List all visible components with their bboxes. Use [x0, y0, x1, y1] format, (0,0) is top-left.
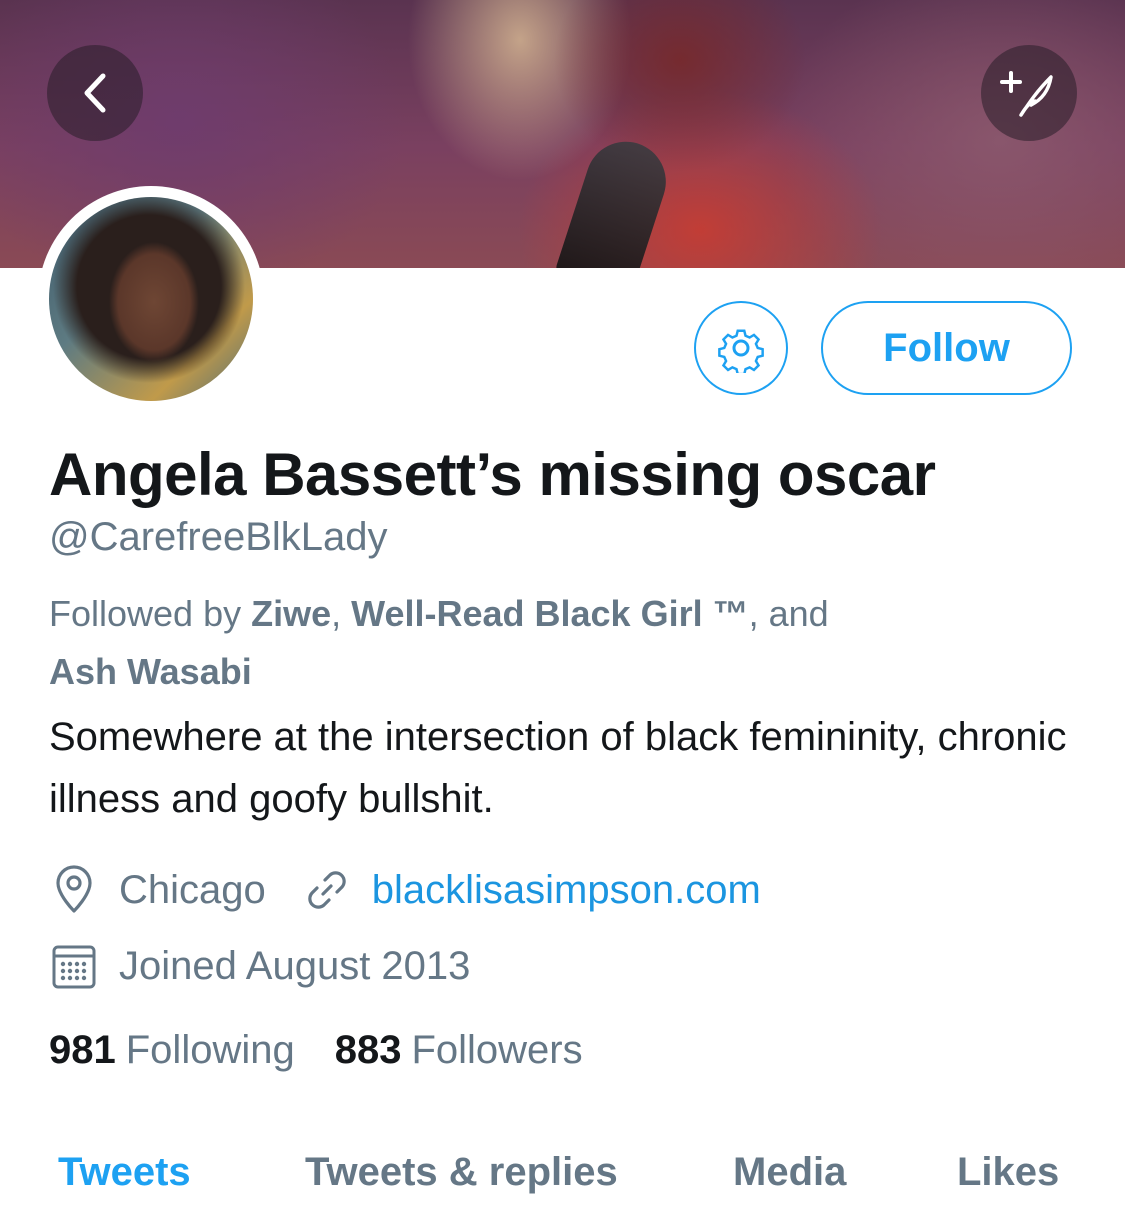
tab-media[interactable]: Media: [733, 1150, 846, 1195]
follow-stats: 981 Following 883 Followers: [49, 1028, 623, 1073]
gear-icon: [718, 329, 764, 373]
tab-tweets-and-replies[interactable]: Tweets & replies: [305, 1150, 618, 1195]
followed-by: Followed by Ziwe, Well-Read Black Girl ™…: [49, 585, 1089, 701]
profile-bio: Somewhere at the intersection of black f…: [49, 715, 1067, 821]
followed-by-user-ash-wasabi[interactable]: Ash Wasabi: [49, 651, 252, 692]
followed-by-user-ziwe[interactable]: Ziwe: [251, 593, 331, 634]
compose-tweet-button[interactable]: [981, 45, 1077, 141]
calendar-icon: [49, 938, 99, 994]
profile-location: Chicago: [119, 867, 266, 912]
back-button[interactable]: [47, 45, 143, 141]
following-label: Following: [125, 1028, 295, 1072]
followed-by-separator-and: , and: [748, 593, 829, 634]
profile-tabs: Tweets Tweets & replies Media Likes: [0, 1150, 1125, 1210]
profile-handle: @CarefreeBlkLady: [49, 515, 388, 559]
tab-tweets[interactable]: Tweets: [58, 1150, 191, 1195]
settings-button[interactable]: [694, 301, 788, 395]
chevron-left-icon: [84, 73, 106, 113]
following-stat[interactable]: 981 Following: [49, 1028, 295, 1073]
joined-date: Joined August 2013: [119, 943, 471, 988]
followers-count: 883: [334, 1028, 402, 1072]
location-website-row: Chicago blacklisasimpson.com: [49, 862, 761, 918]
followers-stat[interactable]: 883 Followers: [335, 1028, 583, 1073]
following-count: 981: [49, 1028, 116, 1072]
tab-likes[interactable]: Likes: [957, 1150, 1059, 1195]
followers-label: Followers: [411, 1028, 583, 1072]
link-icon: [302, 862, 352, 918]
location-pin-icon: [49, 862, 99, 918]
profile-website-link[interactable]: blacklisasimpson.com: [372, 868, 761, 913]
display-name: Angela Bassett’s missing oscar: [49, 441, 936, 508]
avatar[interactable]: [38, 186, 264, 412]
followed-by-user-well-read-black-girl[interactable]: Well-Read Black Girl ™: [351, 593, 748, 634]
followed-by-prefix: Followed by: [49, 593, 252, 634]
compose-tweet-icon: [1000, 71, 1053, 117]
follow-button[interactable]: Follow: [821, 301, 1072, 395]
avatar-image: [49, 197, 253, 401]
banner-microphone: [553, 131, 677, 268]
followed-by-separator: ,: [331, 593, 352, 634]
joined-row: Joined August 2013: [49, 938, 470, 994]
